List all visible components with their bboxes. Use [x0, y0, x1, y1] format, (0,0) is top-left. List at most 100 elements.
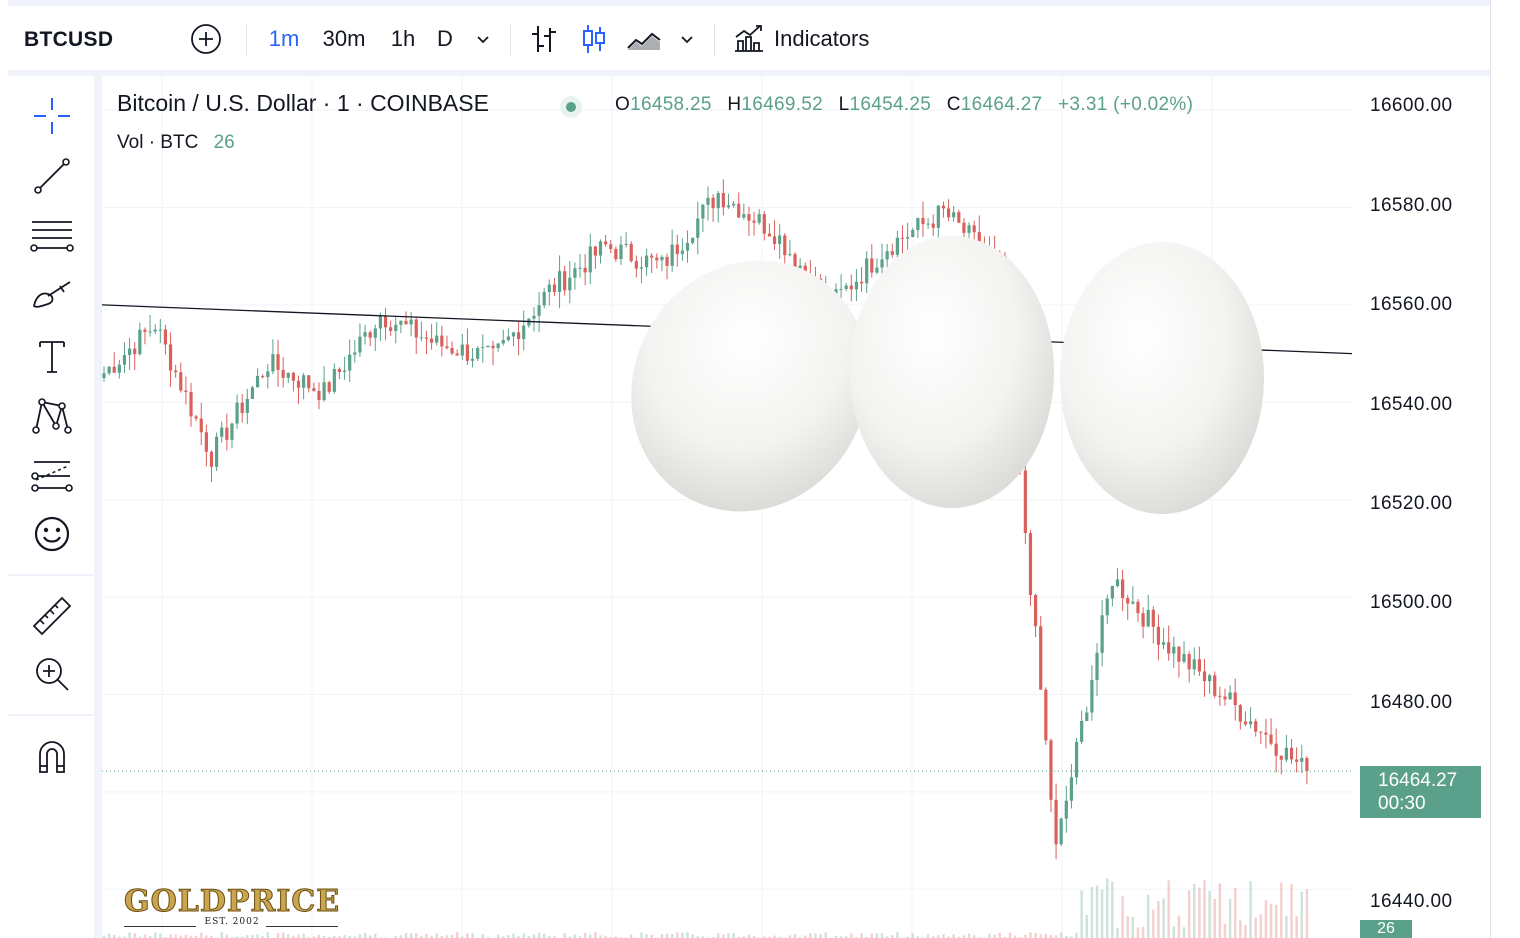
- magnet-tool[interactable]: [30, 736, 74, 776]
- candle-body: [767, 233, 772, 237]
- candle-body: [363, 332, 367, 337]
- price-plot[interactable]: [102, 76, 1352, 938]
- candle-body: [174, 370, 178, 373]
- candle-body: [911, 229, 915, 238]
- crosshair-icon: [34, 98, 70, 134]
- candle-body: [153, 329, 157, 332]
- area-chart-icon: [627, 32, 661, 50]
- zoom-in-tool[interactable]: [30, 654, 74, 694]
- volume-bar: [425, 933, 428, 938]
- candle-body: [1100, 615, 1104, 653]
- add-symbol-button[interactable]: [186, 21, 226, 57]
- volume-bar: [583, 932, 587, 938]
- symbol-name[interactable]: BTCUSD: [24, 28, 113, 52]
- candle-body: [895, 237, 899, 255]
- candle-body: [199, 418, 203, 433]
- candle-body: [1259, 731, 1263, 733]
- candle-body: [1136, 601, 1140, 614]
- volume-bar: [1274, 904, 1278, 938]
- candle-body: [926, 223, 930, 225]
- price-label: 16540.00: [1370, 394, 1453, 415]
- candle-body: [327, 382, 331, 392]
- candle-body: [1202, 671, 1207, 682]
- volume-bar: [543, 933, 546, 938]
- candle-body: [307, 375, 311, 389]
- candle-body: [1197, 659, 1201, 672]
- prediction-tool[interactable]: [30, 456, 74, 496]
- fib-tool[interactable]: [30, 216, 74, 256]
- volume-bar: [159, 933, 162, 938]
- volume-bar: [1039, 934, 1042, 938]
- candle-body: [296, 380, 301, 388]
- candle-body: [1131, 601, 1135, 604]
- logo-rule: [124, 926, 196, 927]
- text-tool[interactable]: [30, 336, 74, 376]
- candle-body: [163, 329, 168, 345]
- candle-body: [721, 193, 725, 208]
- indicators-button[interactable]: Indicators: [732, 21, 892, 57]
- candle-body: [1161, 642, 1166, 645]
- candle-body: [1248, 721, 1253, 725]
- market-status-dot[interactable]: [560, 96, 582, 118]
- interval-d[interactable]: D: [432, 21, 458, 57]
- volume-bar: [563, 933, 566, 938]
- interval-1h[interactable]: 1h: [386, 21, 420, 57]
- candle-body: [737, 203, 741, 218]
- candle-body: [865, 258, 869, 284]
- volume-bar: [1085, 915, 1088, 938]
- candle-body: [240, 402, 244, 413]
- candle-body: [460, 344, 464, 356]
- brush-tool[interactable]: [30, 276, 74, 316]
- crosshair-tool[interactable]: [30, 96, 74, 136]
- chart-style-dropdown[interactable]: [674, 21, 700, 57]
- area-style-button[interactable]: [624, 21, 664, 57]
- candle-body: [639, 267, 644, 269]
- low-value: 16454.25: [849, 94, 932, 115]
- volume-bar: [1008, 932, 1012, 938]
- candle-body: [583, 267, 587, 273]
- measure-tool[interactable]: [30, 596, 74, 636]
- indicators-label: Indicators: [774, 26, 870, 51]
- plus-circle-icon: [191, 24, 221, 54]
- volume-bar: [880, 933, 884, 938]
- candle-body: [619, 244, 623, 260]
- volume-bar: [1136, 927, 1140, 938]
- volume-bar: [926, 934, 930, 938]
- candle-body: [1300, 757, 1304, 762]
- volume-bar: [1034, 933, 1037, 938]
- interval-dropdown[interactable]: [470, 21, 496, 57]
- candle-body: [1151, 609, 1155, 627]
- candle-body: [870, 258, 874, 273]
- interval-1m[interactable]: 1m: [264, 21, 304, 57]
- volume-bar: [133, 933, 136, 938]
- candle-body: [168, 344, 173, 371]
- volume-bar: [1075, 932, 1078, 938]
- candle-body: [455, 353, 459, 356]
- volume-bar: [1234, 887, 1237, 938]
- bars-style-button[interactable]: [526, 21, 562, 57]
- volume-bar: [153, 932, 157, 938]
- bar-countdown: 00:30: [1378, 793, 1426, 814]
- candle-body: [1218, 695, 1222, 697]
- emoji-tool[interactable]: [30, 514, 74, 554]
- volume-bar: [998, 932, 1001, 938]
- volume-bar: [1162, 898, 1165, 938]
- volume-bar: [681, 932, 684, 938]
- candle-body: [839, 288, 843, 290]
- candle-body: [378, 315, 383, 329]
- pattern-tool[interactable]: [30, 396, 74, 436]
- candle-body: [634, 261, 638, 269]
- chart-pane[interactable]: Bitcoin / U.S. Dollar · 1 · COINBASE O16…: [102, 76, 1490, 938]
- interval-30m[interactable]: 30m: [316, 21, 372, 57]
- candle-body: [1074, 741, 1079, 778]
- volume-bar: [988, 933, 991, 938]
- candle-body: [209, 451, 214, 467]
- volume-bar: [1095, 885, 1099, 938]
- volume-bar: [1223, 923, 1227, 938]
- trend-line-tool[interactable]: [30, 156, 74, 196]
- symbol-title[interactable]: Bitcoin / U.S. Dollar · 1 · COINBASE: [117, 90, 489, 117]
- logo-rule: [266, 926, 338, 927]
- candle-body: [921, 217, 925, 225]
- candle-body: [1033, 595, 1038, 627]
- candles-style-button[interactable]: [576, 21, 612, 57]
